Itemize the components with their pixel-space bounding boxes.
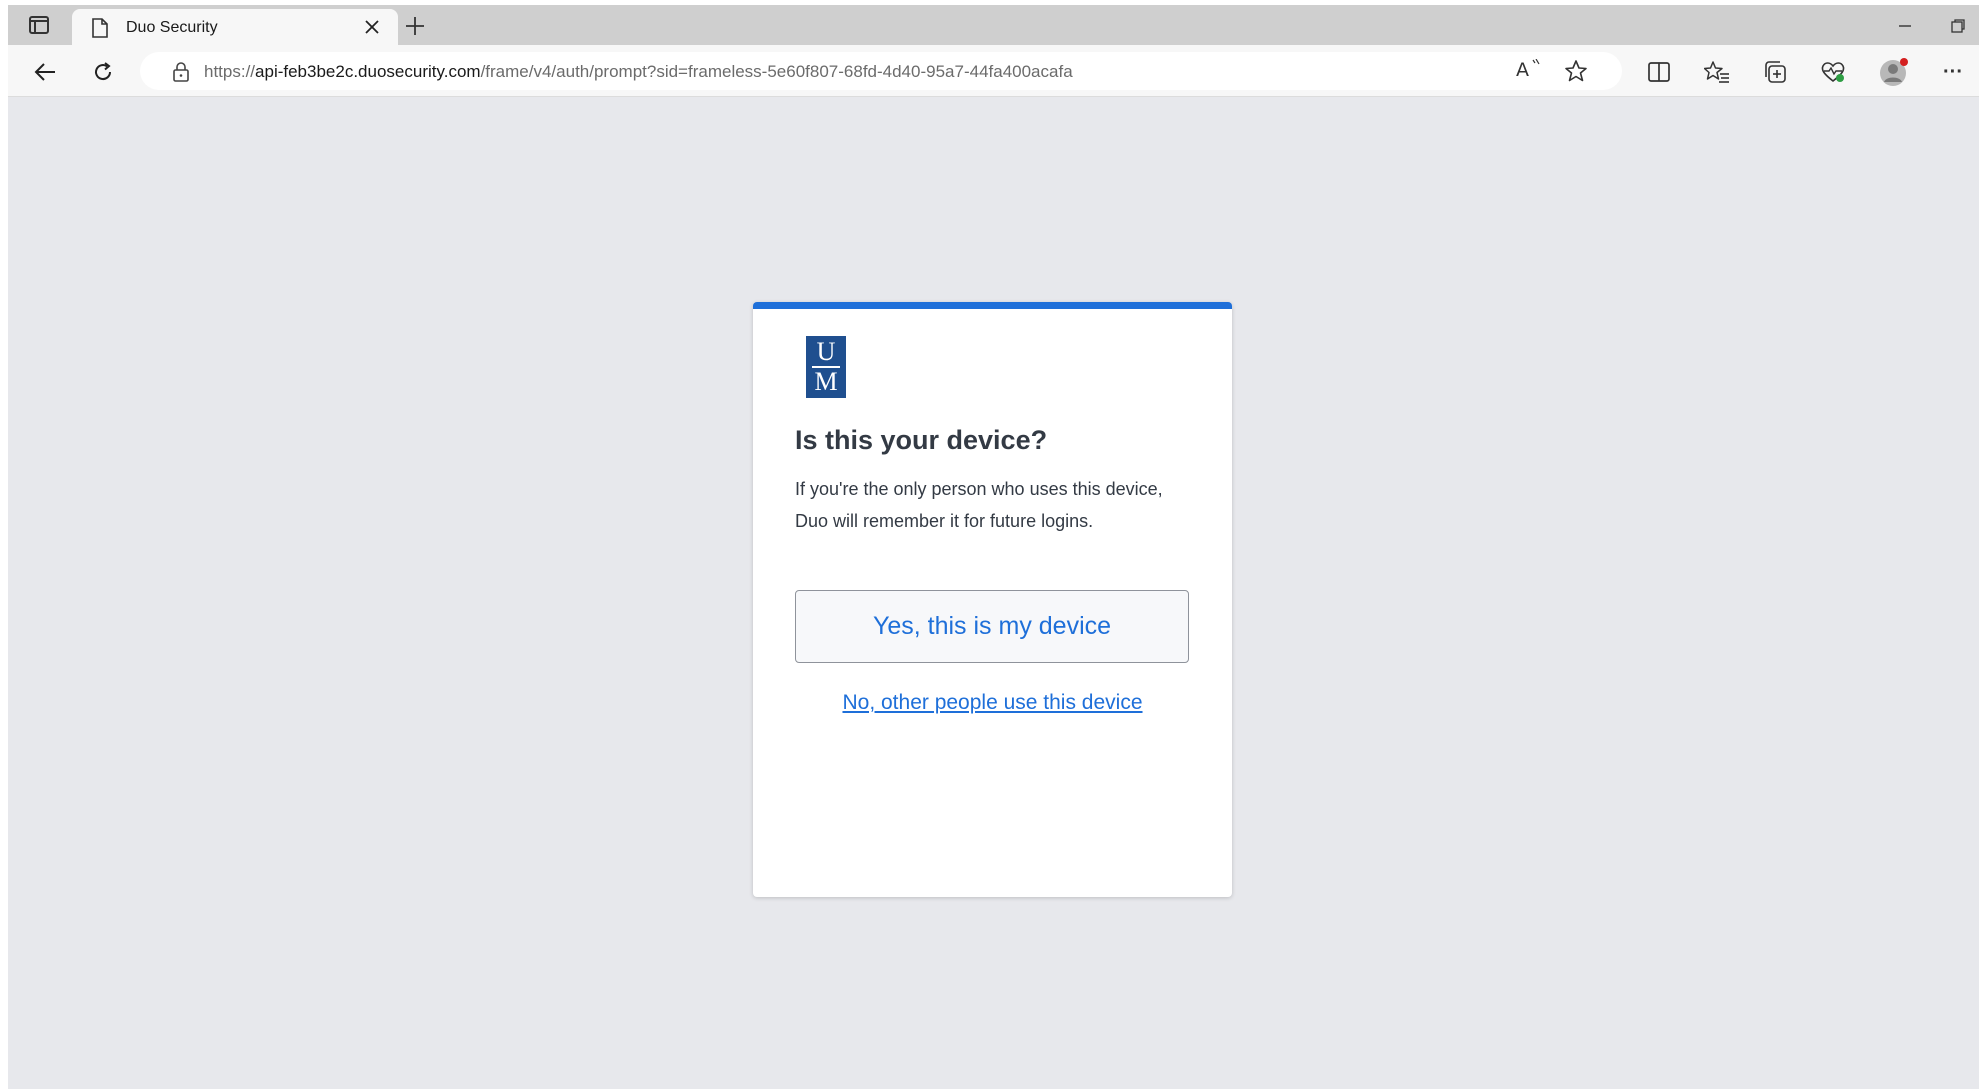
- favorite-star-button[interactable]: [1564, 59, 1588, 88]
- tab-duo-security[interactable]: Duo Security: [72, 9, 398, 45]
- split-screen-button[interactable]: [1642, 55, 1676, 89]
- profile-button[interactable]: [1877, 55, 1911, 89]
- browser-essentials-button[interactable]: [1816, 55, 1850, 89]
- refresh-button[interactable]: [86, 55, 120, 89]
- ellipsis-icon: ···: [1943, 60, 1963, 83]
- browser-window: Duo Security https://api-feb3be2c.duosec…: [8, 5, 1979, 1089]
- arrow-left-icon: [34, 63, 55, 81]
- avatar-icon: [1880, 58, 1908, 86]
- sound-waves-icon: [1532, 59, 1540, 65]
- minimize-button[interactable]: [1890, 11, 1920, 41]
- favorites-button[interactable]: [1700, 55, 1734, 89]
- close-tab-button[interactable]: [362, 17, 382, 37]
- read-aloud-icon: A: [1516, 59, 1529, 81]
- back-button[interactable]: [28, 55, 62, 89]
- logo-letter-top: U: [816, 337, 836, 366]
- minimize-icon: [1899, 25, 1911, 27]
- page-icon: [92, 18, 108, 38]
- address-toolbar: https://api-feb3be2c.duosecurity.com/fra…: [8, 45, 1979, 97]
- url-prefix: https://: [204, 62, 256, 81]
- um-logo: U M: [806, 336, 846, 398]
- url-text[interactable]: https://api-feb3be2c.duosecurity.com/fra…: [204, 62, 1073, 82]
- heart-pulse-icon: [1821, 62, 1845, 83]
- prompt-title: Is this your device?: [795, 425, 1048, 455]
- url-host: api-feb3be2c.duosecurity.com: [255, 62, 481, 81]
- tab-actions-button[interactable]: [18, 9, 60, 41]
- tab-title: Duo Security: [126, 19, 218, 36]
- favorites-list-icon: [1704, 61, 1729, 83]
- close-icon: [365, 20, 379, 34]
- page-content: U M Is this your device? If you're the o…: [8, 97, 1979, 1089]
- split-screen-icon: [1648, 62, 1670, 82]
- prompt-description: If you're the only person who uses this …: [795, 479, 1163, 531]
- device-prompt-card: U M Is this your device? If you're the o…: [753, 302, 1232, 897]
- logo-letter-bottom: M: [814, 367, 838, 396]
- read-aloud-button[interactable]: A: [1516, 59, 1544, 83]
- no-other-people-link[interactable]: No, other people use this device: [753, 691, 1232, 715]
- plus-icon: [406, 17, 424, 35]
- new-tab-button[interactable]: [400, 11, 430, 41]
- lock-icon[interactable]: [172, 62, 190, 82]
- collections-icon: [1765, 61, 1786, 83]
- restore-button[interactable]: [1943, 11, 1973, 41]
- restore-icon: [1951, 19, 1965, 33]
- address-bar[interactable]: https://api-feb3be2c.duosecurity.com/fra…: [140, 52, 1622, 90]
- refresh-icon: [95, 62, 112, 81]
- tab-actions-icon: [29, 16, 49, 34]
- url-path: /frame/v4/auth/prompt?sid=frameless-5e60…: [480, 62, 1073, 81]
- collections-button[interactable]: [1758, 55, 1792, 89]
- tab-strip: Duo Security: [8, 5, 1979, 45]
- star-icon: [1565, 60, 1587, 82]
- more-button[interactable]: ···: [1936, 55, 1970, 89]
- yes-my-device-button[interactable]: Yes, this is my device: [795, 590, 1189, 663]
